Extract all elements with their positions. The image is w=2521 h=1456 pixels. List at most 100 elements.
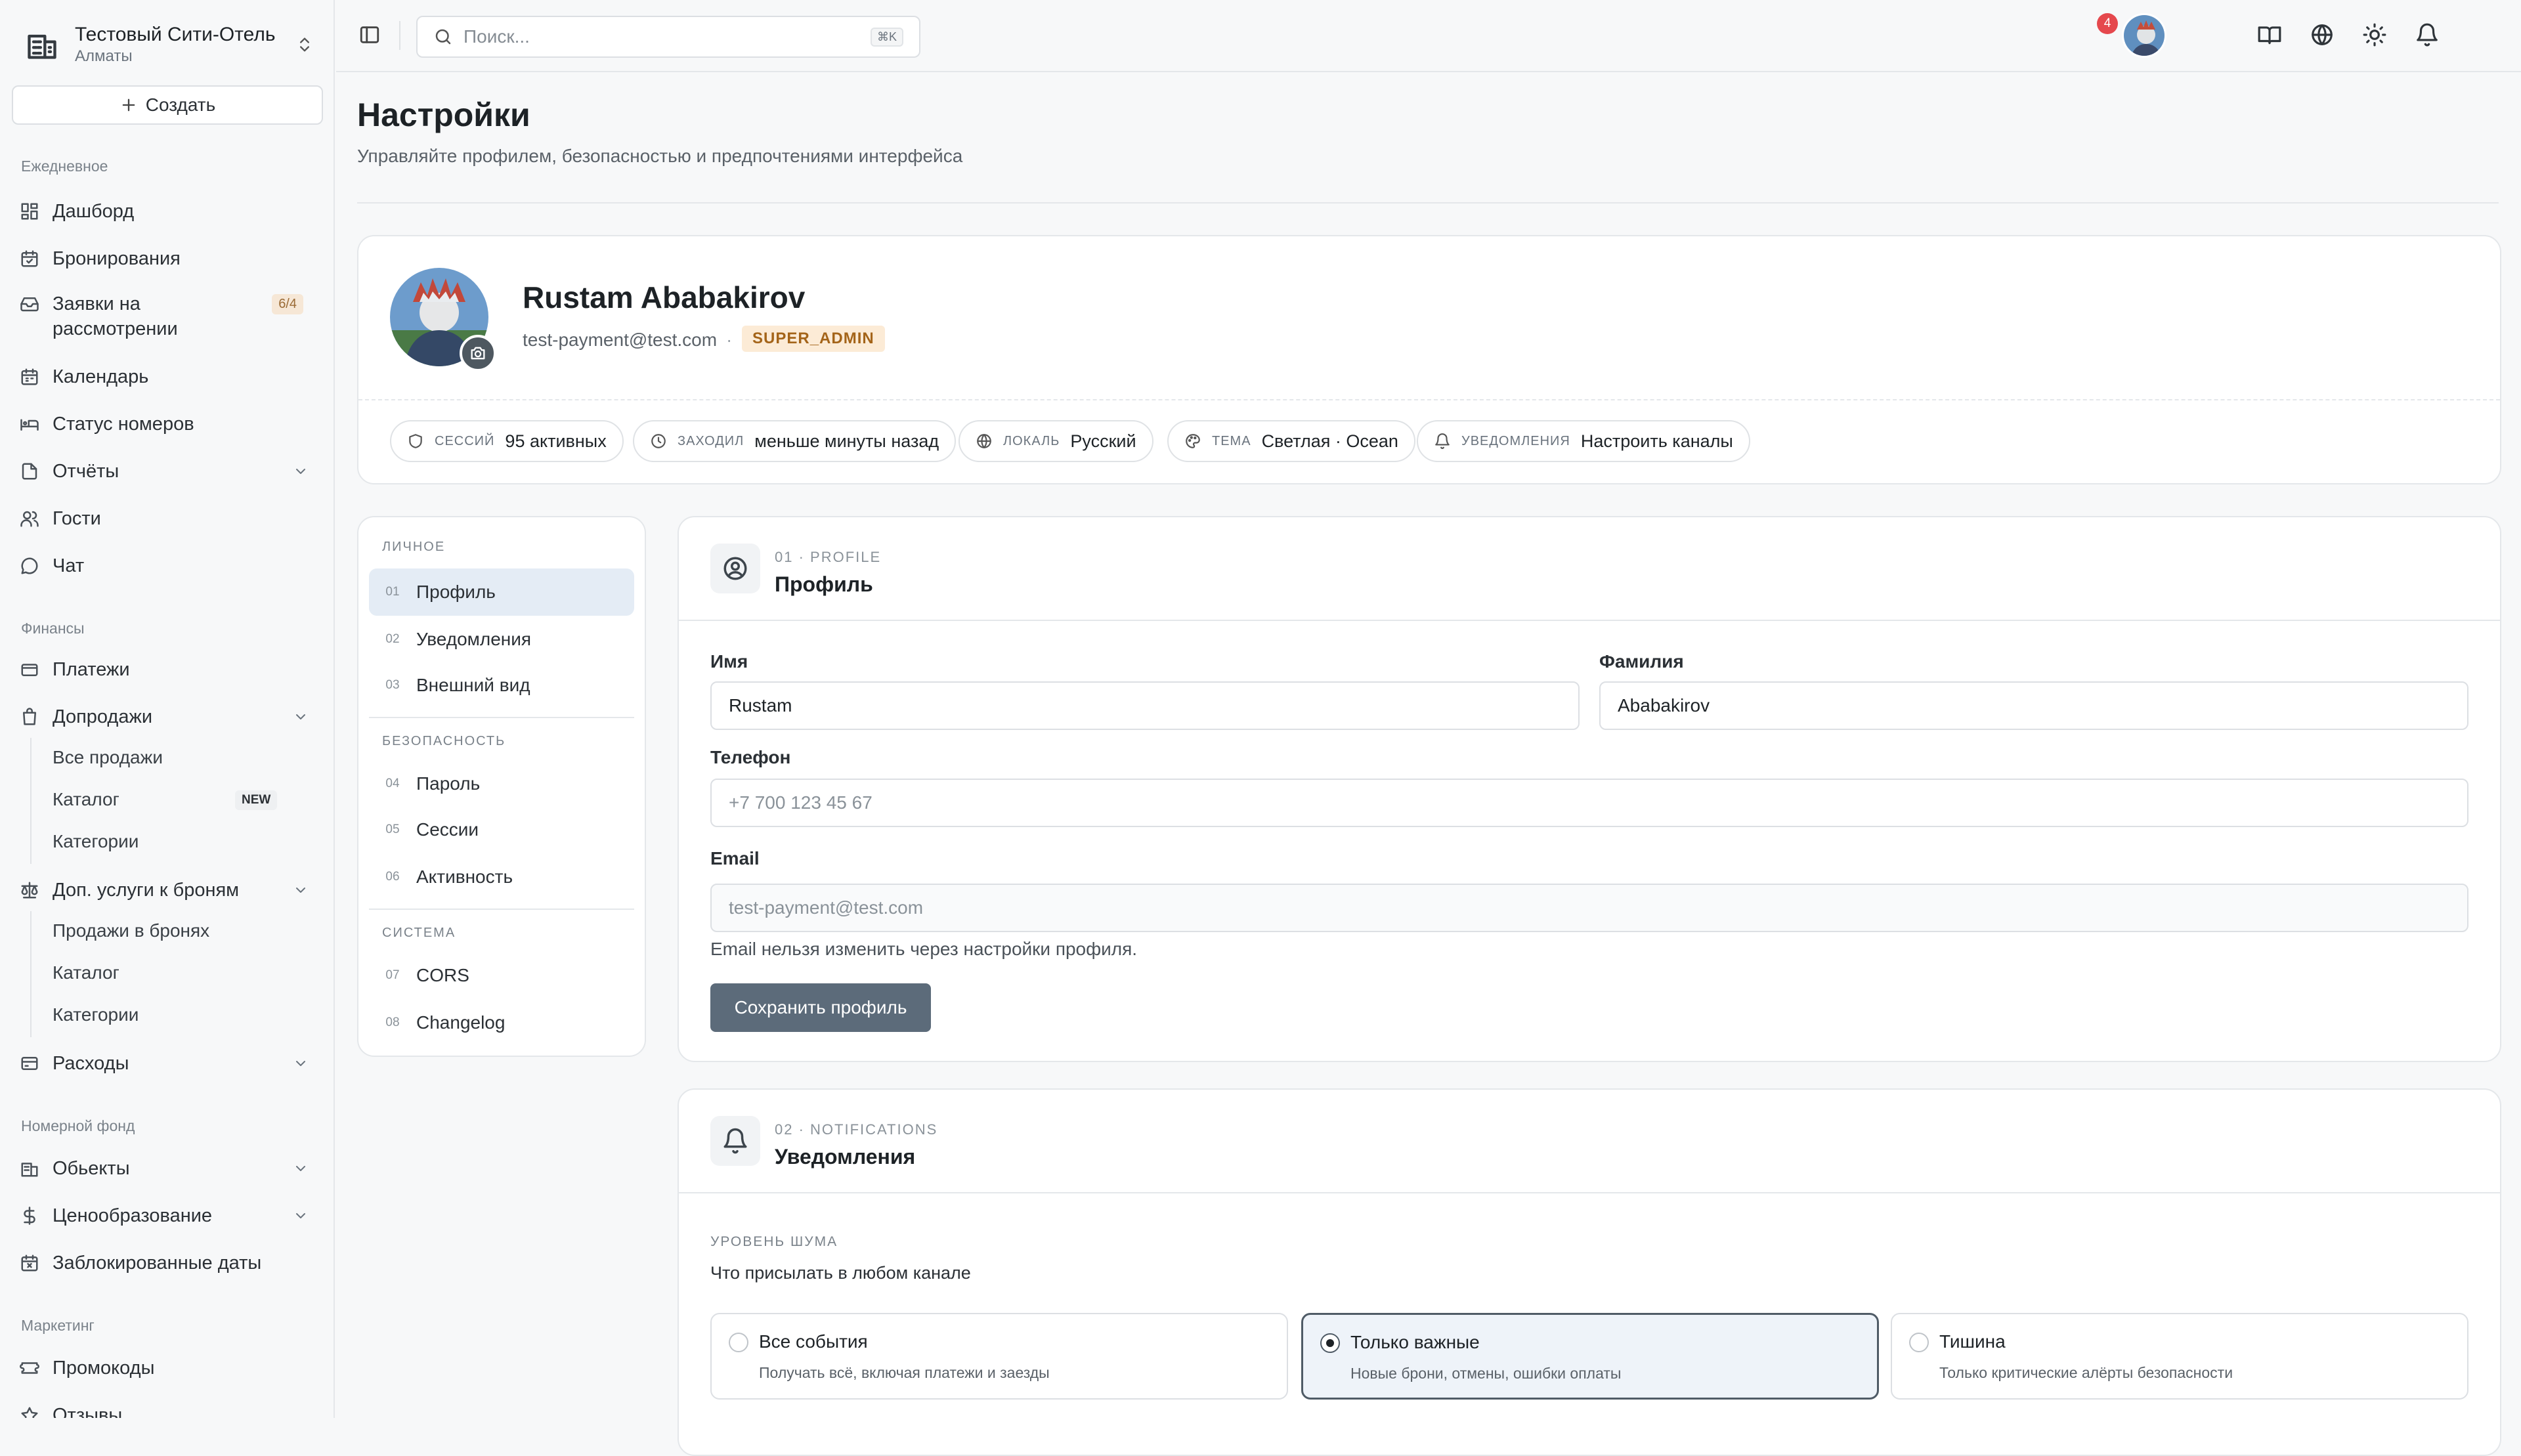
sidebar-item-requests[interactable]: Заявки на рассмотрении 6/4 (20, 291, 315, 343)
new-badge: NEW (235, 790, 278, 810)
change-avatar-button[interactable] (460, 335, 496, 372)
section-finance: Финансы (21, 620, 85, 637)
sidebar-item-guests[interactable]: Гости (20, 504, 315, 533)
option-description: Новые брони, отмены, ошибки оплаты (1350, 1365, 1622, 1382)
settings-nav-cors[interactable]: 07 CORS (369, 952, 634, 999)
settings-nav-profile[interactable]: 01 Профиль (369, 568, 634, 616)
sidebar-item-label: Дашборд (53, 200, 135, 222)
sidebar-item-pricing[interactable]: Ценообразование (20, 1201, 315, 1230)
search-icon (435, 29, 451, 45)
stat-key: локаль (1003, 433, 1060, 448)
divider (358, 399, 2500, 400)
globe-icon (977, 434, 991, 448)
radio-button-selected[interactable] (1320, 1333, 1340, 1353)
create-button[interactable]: Создать (12, 85, 323, 125)
nav-number: 05 (385, 823, 400, 836)
palette-icon (1186, 434, 1200, 448)
settings-nav-activity[interactable]: 06 Активность (369, 853, 634, 901)
globe-icon[interactable] (2310, 22, 2335, 47)
bell-icon[interactable] (2415, 22, 2440, 47)
first-name-field[interactable]: Rustam (710, 681, 1580, 730)
section-title: Уведомления (775, 1145, 916, 1168)
last-name-field[interactable]: Ababakirov (1599, 681, 2468, 730)
chevron-down-icon (296, 1213, 305, 1218)
stat-value: Светлая · Ocean (1261, 431, 1398, 451)
sidebar-item-chat[interactable]: Чат (20, 551, 315, 580)
last-name-label: Фамилия (1599, 651, 1684, 672)
radio-button[interactable] (729, 1333, 748, 1352)
sun-icon[interactable] (2362, 22, 2387, 47)
sidebar-item-payments[interactable]: Платежи (20, 655, 315, 684)
settings-nav-password[interactable]: 04 Пароль (369, 760, 634, 807)
sidebar-subitem-categories[interactable]: Категории (53, 831, 139, 852)
radio-button[interactable] (1909, 1333, 1929, 1352)
chevron-down-icon (296, 888, 305, 893)
sidebar-item-promocodes[interactable]: Промокоды (20, 1354, 315, 1382)
noise-level-label: УРОВЕНЬ ШУМА (710, 1234, 838, 1249)
sidebar-item-room-status[interactable]: Статус номеров (20, 410, 315, 439)
bell-icon (1435, 433, 1450, 449)
nav-label: Сессии (416, 819, 479, 840)
stat-pill-notifications[interactable]: уведомления Настроить каналы (1417, 420, 1750, 462)
sidebar-item-blocked-dates[interactable]: Заблокированные даты (20, 1249, 315, 1277)
stat-value: Русский (1070, 431, 1136, 451)
sidebar-subitem-catalog[interactable]: Каталог (53, 789, 119, 810)
settings-nav-changelog[interactable]: 08 Changelog (369, 999, 634, 1046)
sidebar-item-dashboard[interactable]: Дашборд (20, 197, 315, 226)
stat-pill-sessions[interactable]: сессий 95 активных (390, 420, 624, 462)
settings-nav-sessions[interactable]: 05 Сессии (369, 806, 634, 853)
nav-number: 08 (385, 1016, 400, 1029)
sidebar-subitem-categories[interactable]: Категории (53, 1004, 139, 1025)
ticket-icon (20, 1362, 39, 1374)
page-subtitle: Управляйте профилем, безопасностью и пре… (357, 146, 963, 166)
sidebar-item-label: Расходы (53, 1052, 129, 1074)
sidebar-subitem-catalog[interactable]: Каталог (53, 962, 119, 983)
stat-pill-last-login[interactable]: заходил меньше минуты назад (633, 420, 957, 462)
sidebar-item-reports[interactable]: Отчёты (20, 457, 315, 486)
email-field[interactable]: test-payment@test.com (710, 884, 2468, 932)
sidebar-item-calendar[interactable]: Календарь (20, 362, 315, 391)
sidebar-subitem-booking-sales[interactable]: Продажи в бронях (53, 920, 209, 941)
sidebar-item-bookings[interactable]: Бронирования (20, 244, 315, 273)
sidebar-item-upsells[interactable]: Допродажи (20, 702, 315, 731)
search-input[interactable]: Поиск... ⌘K (416, 16, 920, 58)
sidebar-toggle-icon[interactable] (358, 24, 381, 46)
dollar-icon (24, 1207, 35, 1225)
nav-label: Активность (416, 867, 513, 887)
divider (369, 717, 634, 718)
nav-number: 02 (385, 632, 400, 646)
stat-key: уведомления (1461, 433, 1570, 448)
noise-option-important[interactable]: Только важные Новые брони, отмены, ошибк… (1301, 1313, 1879, 1400)
sidebar-item-properties[interactable]: Обьекты (20, 1154, 315, 1183)
hotel-switcher[interactable]: Тестовый Сити-Отель Алматы (25, 18, 314, 71)
phone-field[interactable]: +7 700 123 45 67 (710, 779, 2468, 827)
chat-icon (21, 557, 38, 574)
save-profile-button[interactable]: Сохранить профиль (710, 983, 931, 1032)
sidebar-item-addons[interactable]: Доп. услуги к броням (20, 876, 315, 905)
book-icon[interactable] (2257, 22, 2282, 47)
submenu-line (30, 911, 32, 1037)
settings-nav-appearance[interactable]: 03 Внешний вид (369, 662, 634, 709)
divider (357, 202, 2499, 203)
stat-pill-locale[interactable]: локаль Русский (959, 420, 1153, 462)
sidebar-item-expenses[interactable]: Расходы (20, 1049, 315, 1078)
chevrons-up-down-icon (300, 37, 309, 52)
sidebar-item-reviews[interactable]: Отзывы (20, 1401, 315, 1418)
sidebar-item-label: Календарь (53, 366, 149, 387)
divider (679, 1192, 2500, 1193)
stat-key: сессий (435, 433, 495, 448)
divider (679, 620, 2500, 621)
noise-option-all[interactable]: Все события Получать всё, включая платеж… (710, 1313, 1288, 1400)
bag-icon (23, 708, 36, 725)
user-avatar[interactable] (2122, 13, 2166, 58)
stat-pill-theme[interactable]: тема Светлая · Ocean (1167, 420, 1415, 462)
sidebar-item-label: Обьекты (53, 1157, 130, 1179)
nav-number: 07 (385, 968, 400, 982)
settings-nav-notifications[interactable]: 02 Уведомления (369, 616, 634, 663)
separator-dot: · (726, 330, 733, 350)
section-rooms: Номерной фонд (21, 1117, 135, 1134)
wallet-icon (21, 664, 38, 676)
sidebar-subitem-all-sales[interactable]: Все продажи (53, 747, 163, 768)
noise-option-silent[interactable]: Тишина Только критические алёрты безопас… (1891, 1313, 2468, 1400)
building-icon (21, 1163, 38, 1177)
